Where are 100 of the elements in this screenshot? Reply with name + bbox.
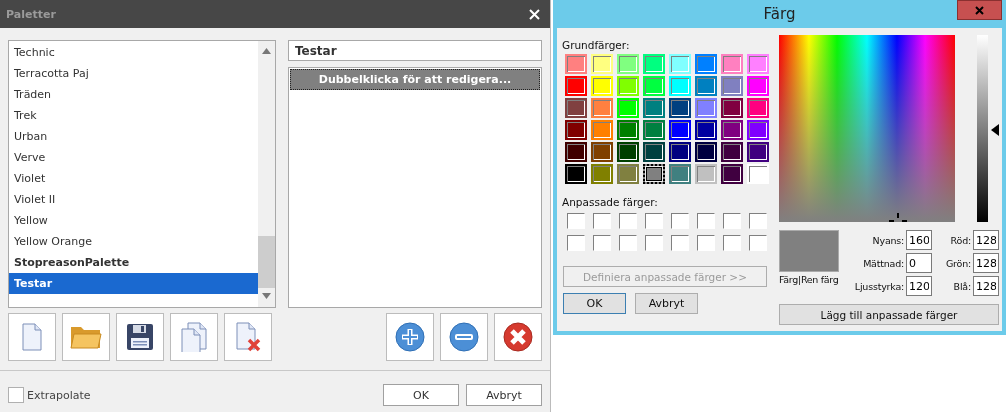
color-swatch[interactable] [695,54,717,74]
color-swatch[interactable] [565,142,587,162]
color-swatch[interactable] [721,76,743,96]
color-swatch[interactable] [721,120,743,140]
color-swatch[interactable] [747,142,769,162]
custom-color-slot[interactable] [671,235,689,251]
palette-item[interactable]: Träden [9,84,258,105]
value-field[interactable]: 128 [973,230,999,250]
toolbar-button[interactable] [494,313,542,361]
color-swatch[interactable] [565,120,587,140]
close-button[interactable] [957,0,1002,20]
color-swatch[interactable] [695,164,717,184]
value-field[interactable]: 120 [906,276,933,296]
color-swatch[interactable] [617,54,639,74]
color-swatch[interactable] [695,76,717,96]
custom-color-slot[interactable] [697,213,715,229]
custom-color-slot[interactable] [567,235,585,251]
color-swatch[interactable] [669,98,691,118]
ok-button[interactable]: OK [383,384,459,406]
color-swatch[interactable] [669,142,691,162]
value-field[interactable]: 128 [973,276,999,296]
palette-item[interactable]: Yellow Orange [9,231,258,252]
color-swatch[interactable] [695,142,717,162]
color-swatch[interactable] [617,98,639,118]
scrollbar[interactable] [258,41,275,307]
color-swatch[interactable] [747,98,769,118]
add-custom-colors-button[interactable]: Lägg till anpassade färger [779,304,999,325]
color-swatch[interactable] [617,142,639,162]
color-swatch[interactable] [591,54,613,74]
custom-color-slot[interactable] [671,213,689,229]
color-swatch[interactable] [747,120,769,140]
color-swatch[interactable] [669,54,691,74]
scroll-down-icon[interactable] [262,293,271,299]
color-swatch[interactable] [669,164,691,184]
color-swatch[interactable] [591,76,613,96]
color-swatch[interactable] [565,54,587,74]
cancel-button[interactable]: Avbryt [635,293,698,314]
color-swatch[interactable] [747,164,769,184]
color-swatch[interactable] [669,76,691,96]
color-swatch[interactable] [747,54,769,74]
luminance-bar[interactable] [977,35,988,222]
custom-color-slot[interactable] [697,235,715,251]
color-swatch[interactable] [617,164,639,184]
color-swatch[interactable] [565,98,587,118]
color-entry[interactable]: Dubbelklicka för att redigera... [290,69,540,90]
color-swatch[interactable] [747,76,769,96]
toolbar-button[interactable] [224,313,272,361]
toolbar-button[interactable] [116,313,164,361]
color-swatch[interactable] [591,142,613,162]
value-field[interactable]: 0 [906,253,933,273]
color-swatch[interactable] [591,120,613,140]
scroll-thumb[interactable] [258,236,275,288]
value-field[interactable]: 128 [973,253,999,273]
palette-item[interactable]: Terracotta Paj [9,63,258,84]
color-swatch[interactable] [565,164,587,184]
custom-color-slot[interactable] [619,235,637,251]
color-swatch[interactable] [669,120,691,140]
color-swatch[interactable] [721,54,743,74]
toolbar-button[interactable] [440,313,488,361]
color-swatch[interactable] [643,164,665,184]
palette-item[interactable]: Verve [9,147,258,168]
color-swatch[interactable] [721,98,743,118]
custom-color-slot[interactable] [593,213,611,229]
custom-color-slot[interactable] [619,213,637,229]
color-swatch[interactable] [695,120,717,140]
scroll-up-icon[interactable] [262,48,271,54]
custom-color-slot[interactable] [567,213,585,229]
toolbar-button[interactable] [386,313,434,361]
palette-item[interactable]: Violet II [9,189,258,210]
color-swatch[interactable] [591,98,613,118]
palette-item[interactable]: Technic [9,42,258,63]
color-swatch[interactable] [643,76,665,96]
color-swatch[interactable] [643,120,665,140]
crosshair-icon[interactable] [889,213,907,222]
palette-item[interactable]: Testar [9,273,258,294]
color-swatch[interactable] [617,120,639,140]
color-swatch[interactable] [721,142,743,162]
color-swatch[interactable] [617,76,639,96]
ok-button[interactable]: OK [563,293,626,314]
custom-color-slot[interactable] [723,235,741,251]
custom-color-slot[interactable] [593,235,611,251]
color-swatch[interactable] [643,142,665,162]
color-swatch[interactable] [721,164,743,184]
custom-color-slot[interactable] [645,235,663,251]
pointer-icon[interactable] [991,123,999,136]
color-swatch[interactable] [565,76,587,96]
close-icon[interactable] [529,8,540,20]
custom-color-slot[interactable] [723,213,741,229]
color-swatch[interactable] [591,164,613,184]
extrapolate-checkbox[interactable] [8,387,24,403]
value-field[interactable]: 160 [906,230,933,250]
palette-item[interactable]: Trek [9,105,258,126]
custom-color-slot[interactable] [645,213,663,229]
custom-color-slot[interactable] [749,235,767,251]
custom-color-slot[interactable] [749,213,767,229]
cancel-button[interactable]: Avbryt [466,384,542,406]
palette-item[interactable]: Violet [9,168,258,189]
name-field[interactable]: Testar [288,40,542,61]
palette-item[interactable]: Urban [9,126,258,147]
palette-item[interactable]: Yellow [9,210,258,231]
